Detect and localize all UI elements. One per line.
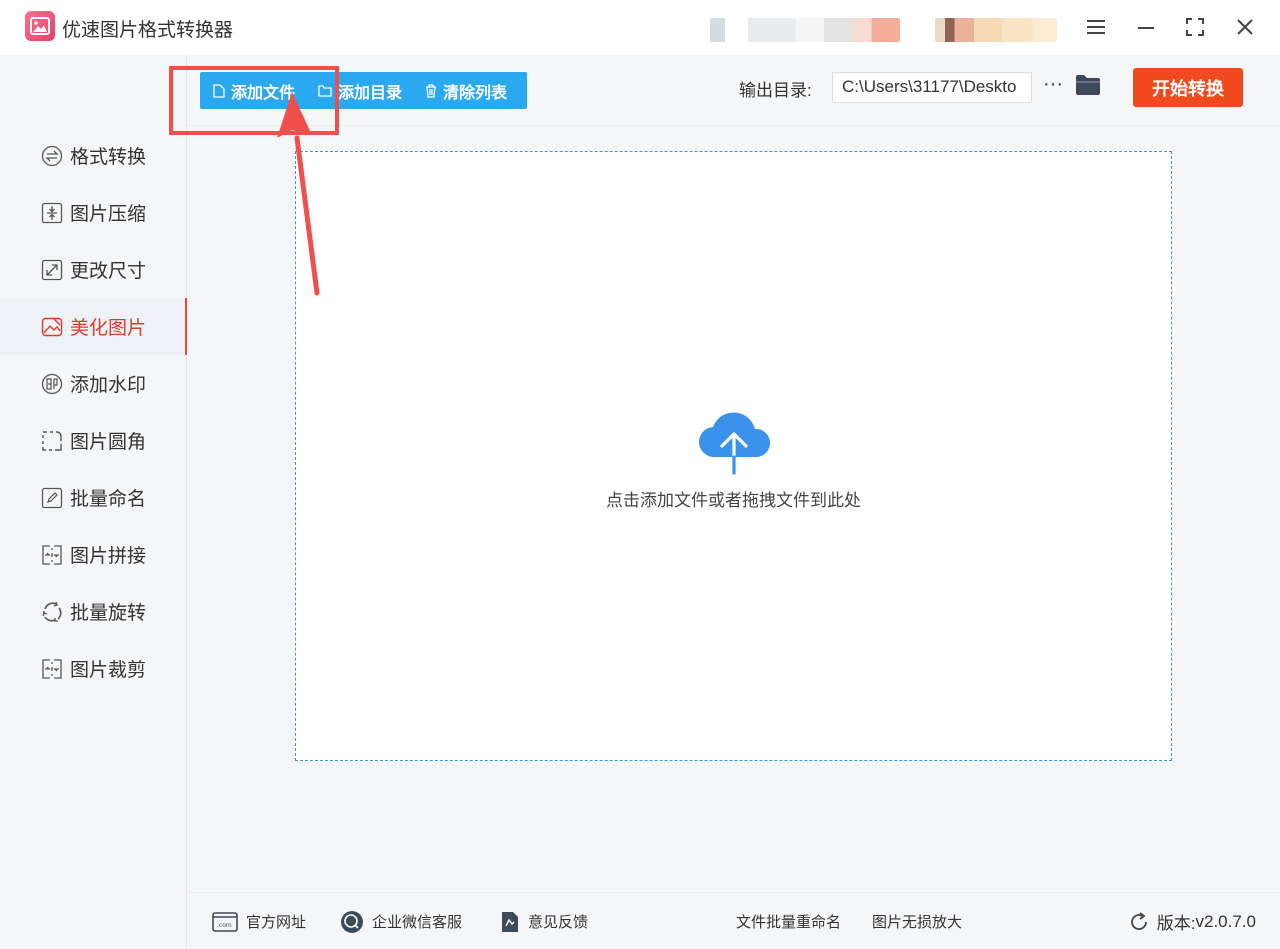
resize-icon xyxy=(40,258,64,282)
sidebar-item-label: 图片拼接 xyxy=(70,546,147,567)
sidebar-item-label: 格式转换 xyxy=(70,147,147,168)
version-label: 版本: xyxy=(1156,914,1196,933)
compress-icon xyxy=(40,201,64,225)
sidebar-item-label: 批量旋转 xyxy=(70,603,147,624)
maximize-icon[interactable] xyxy=(1182,14,1208,40)
sidebar-item-beautify[interactable]: 美化图片 xyxy=(0,298,187,355)
footer: .com 官方网址 企业微信客服 意见反馈 文件批量重命名 图片无损放大 版本:… xyxy=(188,892,1280,949)
sidebar-item-label: 图片压缩 xyxy=(70,204,147,225)
sidebar-item-label: 图片裁剪 xyxy=(70,660,147,681)
sidebar-item-resize[interactable]: 更改尺寸 xyxy=(0,241,187,298)
drop-zone-hint: 点击添加文件或者拖拽文件到此处 xyxy=(606,491,861,510)
wechat-chat-icon xyxy=(340,910,364,934)
lossless-enlarge-link[interactable]: 图片无损放大 xyxy=(872,893,962,949)
refresh-icon xyxy=(1129,911,1149,932)
svg-text:.com: .com xyxy=(217,922,232,929)
sidebar-item-label: 图片圆角 xyxy=(70,432,147,453)
annotation-arrow xyxy=(277,92,320,296)
crop-icon xyxy=(40,657,64,681)
feedback-link[interactable]: 意见反馈 xyxy=(500,893,588,949)
menu-icon[interactable] xyxy=(1083,14,1109,40)
feedback-label: 意见反馈 xyxy=(528,914,589,931)
toolbar: 添加文件 添加目录 清除列表 输出目录: C:\Users\31177\Desk… xyxy=(188,55,1280,126)
batch-rename-label: 文件批量重命名 xyxy=(736,914,842,931)
sidebar-item-label: 批量命名 xyxy=(70,489,147,510)
trash-icon xyxy=(425,83,437,98)
round-corner-icon xyxy=(40,429,64,453)
minimize-icon[interactable] xyxy=(1133,14,1159,40)
sidebar-item-splice[interactable]: 图片拼接 xyxy=(0,526,187,583)
wechat-service-label: 企业微信客服 xyxy=(372,914,463,931)
sidebar-item-label: 添加水印 xyxy=(70,375,147,396)
watermark-icon xyxy=(40,372,64,396)
sidebar-item-batch-rotate[interactable]: 批量旋转 xyxy=(0,583,187,640)
sidebar-item-crop[interactable]: 图片裁剪 xyxy=(0,640,187,697)
open-folder-icon[interactable] xyxy=(1075,74,1103,100)
lossless-enlarge-label: 图片无损放大 xyxy=(872,914,963,931)
image-app-icon xyxy=(25,11,55,41)
sidebar-item-batch-rename[interactable]: 批量命名 xyxy=(0,469,187,526)
close-icon[interactable] xyxy=(1232,14,1258,40)
convert-icon xyxy=(40,144,64,168)
title-bar: 优速图片格式转换器 xyxy=(0,0,1280,55)
clear-list-label: 清除列表 xyxy=(443,84,508,102)
version-number: v2.0.7.0 xyxy=(1195,911,1257,931)
output-directory-label: 输出目录: xyxy=(739,81,812,100)
more-options-button[interactable]: ··· xyxy=(1041,73,1065,101)
file-drop-zone[interactable]: 点击添加文件或者拖拽文件到此处 xyxy=(295,151,1172,761)
batch-rename-link[interactable]: 文件批量重命名 xyxy=(736,893,841,949)
official-website-link[interactable]: .com 官方网址 xyxy=(212,893,306,949)
beautify-icon xyxy=(40,315,64,339)
cloud-upload-icon xyxy=(697,409,773,475)
app-title: 优速图片格式转换器 xyxy=(62,20,234,41)
sidebar: 格式转换 图片压缩 更改尺寸 美化图片 添加水印 图片圆角 批量命名 图片拼接 … xyxy=(0,55,187,949)
add-directory-label: 添加目录 xyxy=(338,84,403,102)
clear-list-button[interactable]: 清除列表 xyxy=(412,72,517,109)
sidebar-item-format-convert[interactable]: 格式转换 xyxy=(0,127,187,184)
wechat-service-link[interactable]: 企业微信客服 xyxy=(340,893,462,949)
feedback-icon xyxy=(500,911,520,933)
output-directory-field[interactable]: C:\Users\31177\Deskto xyxy=(832,72,1032,103)
start-convert-button[interactable]: 开始转换 xyxy=(1133,68,1243,107)
sidebar-item-watermark[interactable]: 添加水印 xyxy=(0,355,187,412)
sidebar-item-compress[interactable]: 图片压缩 xyxy=(0,184,187,241)
version-info[interactable]: 版本: v2.0.7.0 xyxy=(1129,893,1256,949)
blurred-avatar-info xyxy=(935,18,1057,42)
sidebar-item-label: 美化图片 xyxy=(70,318,147,339)
sidebar-item-round-corner[interactable]: 图片圆角 xyxy=(0,412,187,469)
rotate-icon xyxy=(40,600,64,624)
rename-icon xyxy=(40,486,64,510)
official-website-label: 官方网址 xyxy=(246,914,307,931)
blurred-account-info xyxy=(710,18,900,42)
splice-icon xyxy=(40,543,64,567)
website-icon: .com xyxy=(212,911,238,933)
sidebar-item-label: 更改尺寸 xyxy=(70,261,147,282)
